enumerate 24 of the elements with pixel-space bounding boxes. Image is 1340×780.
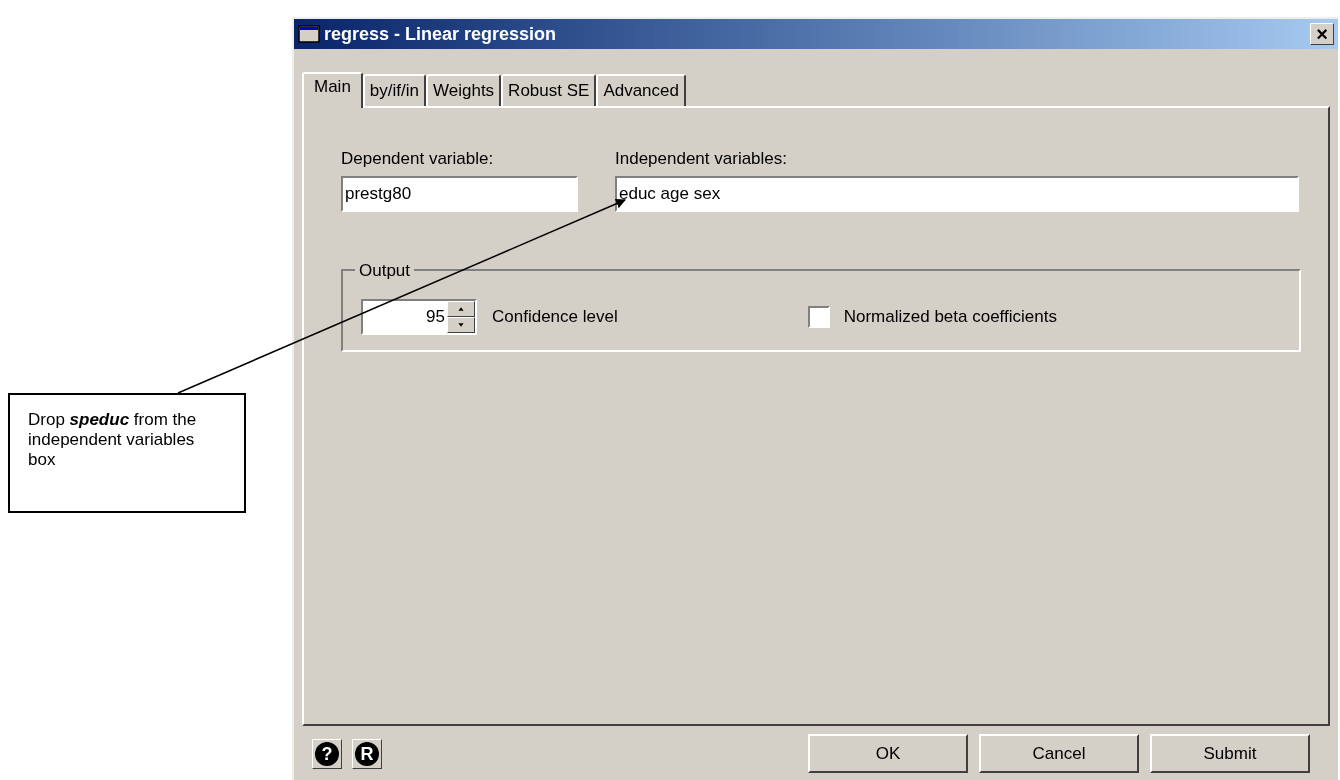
spinner-field[interactable]: 95 [361, 298, 477, 335]
help-button[interactable]: R [352, 738, 382, 769]
spin-up-icon[interactable] [447, 300, 475, 317]
dialog-button[interactable]: Cancel [979, 734, 1139, 773]
field-label: Dependent variable: [341, 148, 495, 170]
spin-down-icon[interactable] [447, 316, 475, 333]
tab[interactable]: Robust SE [501, 74, 597, 106]
field-label: Independent variables: [615, 148, 789, 170]
tab[interactable]: by/if/in [362, 74, 426, 106]
window-icon [298, 25, 320, 43]
tab[interactable]: Weights [426, 74, 502, 106]
input-field[interactable]: prestg80 [341, 175, 578, 212]
window-title: regress - Linear regression [324, 22, 557, 46]
close-button[interactable]: × [1310, 23, 1334, 45]
dialog-button[interactable]: OK [808, 734, 968, 773]
checkbox-label: Normalized beta coefficients [843, 305, 1057, 328]
dialog-button[interactable]: Submit [1150, 734, 1310, 773]
tab[interactable]: Advanced [596, 74, 686, 106]
confidence-label: Confidence level [492, 305, 618, 328]
callout-text: Drop speduc from the independent variables box [28, 410, 197, 469]
tab[interactable]: Main [302, 72, 363, 108]
help-button[interactable]: ? [312, 738, 342, 769]
checkbox[interactable] [807, 305, 830, 328]
input-field[interactable]: educ age sex [615, 175, 1299, 212]
